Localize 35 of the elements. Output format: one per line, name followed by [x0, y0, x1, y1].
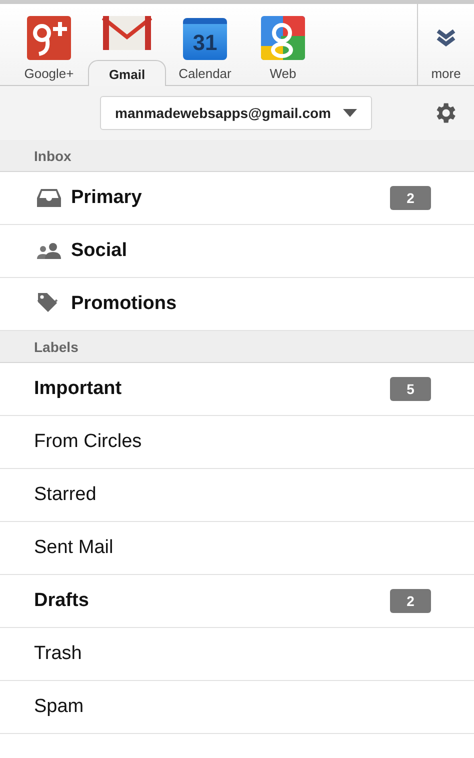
label-name: Drafts	[34, 590, 90, 612]
app-label: Web	[270, 66, 296, 81]
label-name: Sent Mail	[34, 537, 114, 559]
label-item[interactable]: Drafts 2	[0, 575, 474, 628]
unread-count: 2	[390, 589, 431, 613]
app-label: Gmail	[108, 67, 146, 82]
app-label: Google+	[24, 66, 74, 81]
unread-count: 5	[390, 377, 431, 401]
label-item[interactable]: Starred	[0, 469, 474, 522]
calendar-icon: 31	[183, 18, 227, 60]
label-item[interactable]: Important 5	[0, 363, 474, 416]
more-button[interactable]: more	[417, 4, 474, 85]
label-name: Spam	[34, 696, 85, 718]
section-heading: Inbox	[34, 148, 72, 164]
app-label: Calendar	[178, 66, 232, 81]
label-name: Starred	[34, 484, 98, 506]
inbox-category-item[interactable]: Social	[0, 225, 474, 278]
label-item[interactable]: Spam	[0, 681, 474, 734]
label-item[interactable]: From Circles	[0, 416, 474, 469]
account-dropdown[interactable]: manmadewebsapps@gmail.com	[100, 96, 372, 130]
label-name: Trash	[34, 643, 83, 665]
label-name: From Circles	[34, 431, 143, 453]
section-heading: Labels	[34, 338, 78, 354]
unread-count: 2	[390, 186, 431, 210]
category-label: Primary	[71, 187, 143, 209]
inbox-category-item[interactable]: Primary 2	[0, 172, 474, 225]
app-tab[interactable]: 31 Calendar	[166, 10, 244, 85]
label-item[interactable]: Sent Mail	[0, 522, 474, 575]
category-label: Social	[71, 240, 128, 262]
app-tab[interactable]: Web	[244, 10, 322, 85]
more-label: more	[431, 66, 461, 81]
app-tab[interactable]: Google+	[10, 10, 88, 85]
label-name: Important	[34, 378, 123, 400]
category-label: Promotions	[71, 293, 178, 315]
label-item[interactable]: Trash	[0, 628, 474, 681]
